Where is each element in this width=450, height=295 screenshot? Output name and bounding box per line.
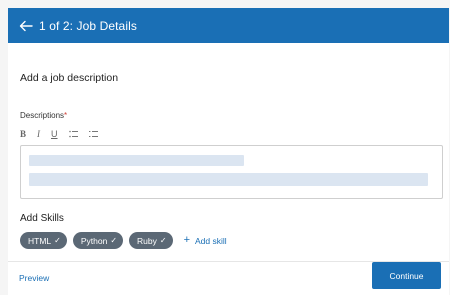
job-details-card: 1 of 2: Job Details Add a job descriptio…	[8, 8, 449, 295]
placeholder-line	[29, 155, 244, 166]
continue-button[interactable]: Continue	[372, 262, 441, 289]
bold-button[interactable]: B	[20, 128, 26, 140]
required-mark: *	[64, 111, 68, 120]
editor-toolbar: B I U	[20, 128, 109, 140]
description-label: Descriptions*	[20, 111, 67, 120]
preview-link[interactable]: Preview	[19, 273, 49, 283]
check-icon: ✓	[54, 236, 61, 245]
page-title: 1 of 2: Job Details	[39, 18, 137, 33]
section-title: Add a job description	[20, 72, 119, 84]
placeholder-line	[29, 173, 428, 186]
skills-title: Add Skills	[20, 213, 64, 224]
numbered-list-icon[interactable]	[88, 128, 98, 140]
skill-chip-label: HTML	[28, 235, 52, 246]
skill-chips: HTML ✓ Python ✓ Ruby ✓ + Add skill	[20, 232, 227, 249]
add-skill-button[interactable]: + Add skill	[184, 235, 227, 246]
skill-chip-label: Python	[80, 235, 108, 246]
arrow-left-icon[interactable]	[19, 19, 33, 33]
check-icon: ✓	[159, 236, 167, 245]
skill-chip-python[interactable]: Python ✓	[72, 232, 124, 249]
description-label-text: Descriptions	[20, 111, 65, 120]
underline-button[interactable]: U	[51, 128, 58, 140]
italic-button[interactable]: I	[37, 128, 40, 140]
header-bar: 1 of 2: Job Details	[8, 8, 449, 43]
skill-chip-ruby[interactable]: Ruby ✓	[129, 232, 173, 249]
skill-chip-label: Ruby	[137, 235, 157, 246]
skill-chip-html[interactable]: HTML ✓	[20, 232, 67, 249]
description-textarea[interactable]	[20, 145, 443, 199]
bullet-list-icon[interactable]	[68, 128, 78, 140]
add-skill-label: Add skill	[195, 235, 227, 246]
check-icon: ✓	[110, 236, 118, 245]
plus-icon: +	[183, 234, 190, 246]
